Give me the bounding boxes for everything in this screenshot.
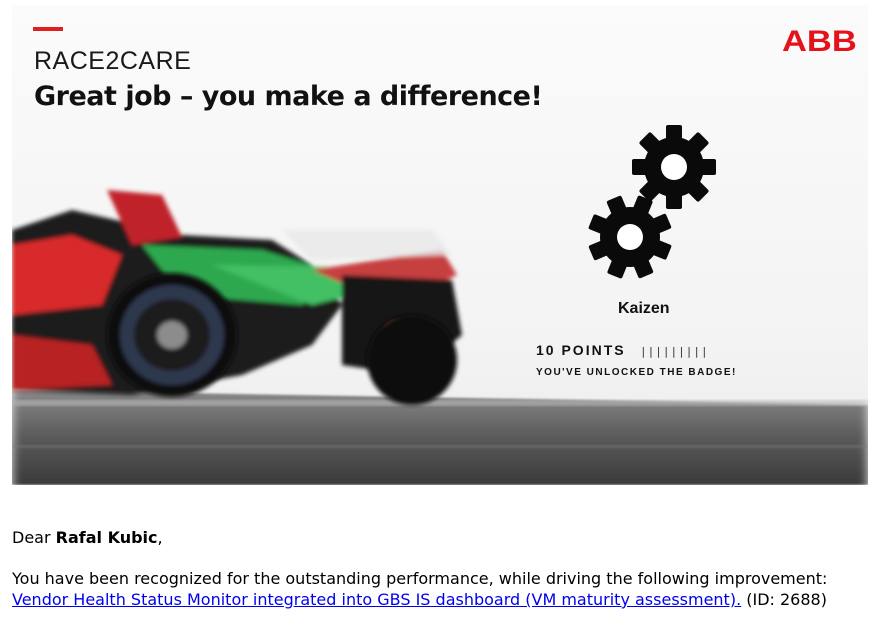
- recipient-name: Rafal Kubic: [55, 528, 158, 547]
- points-tick-marks: |||||||||: [640, 345, 709, 358]
- headline: Great job – you make a difference!: [34, 81, 543, 112]
- badge-name: Kaizen: [618, 300, 670, 317]
- abb-logo: ABB: [782, 25, 857, 58]
- greeting-suffix: ,: [157, 528, 163, 547]
- improvement-line: Vendor Health Status Monitor integrated …: [12, 589, 872, 610]
- recognition-text: You have been recognized for the outstan…: [12, 569, 828, 588]
- badge-points: 10 POINTS: [536, 342, 626, 358]
- program-name: RACE2CARE: [34, 47, 192, 75]
- badge-unlocked-text: YOU'VE UNLOCKED THE BADGE!: [536, 367, 737, 378]
- greeting-prefix: Dear: [12, 528, 56, 547]
- greeting: Dear Rafal Kubic,: [12, 527, 872, 548]
- accent-bar: [33, 27, 63, 31]
- gear-icon: [588, 195, 672, 279]
- improvement-id: (ID: 2688): [741, 590, 827, 609]
- improvement-link[interactable]: Vendor Health Status Monitor integrated …: [12, 590, 741, 609]
- race-car-image: [12, 190, 868, 485]
- race2care-banner: RACE2CARE Great job – you make a differe…: [12, 5, 868, 485]
- email-message: Dear Rafal Kubic, You have been recogniz…: [12, 527, 872, 610]
